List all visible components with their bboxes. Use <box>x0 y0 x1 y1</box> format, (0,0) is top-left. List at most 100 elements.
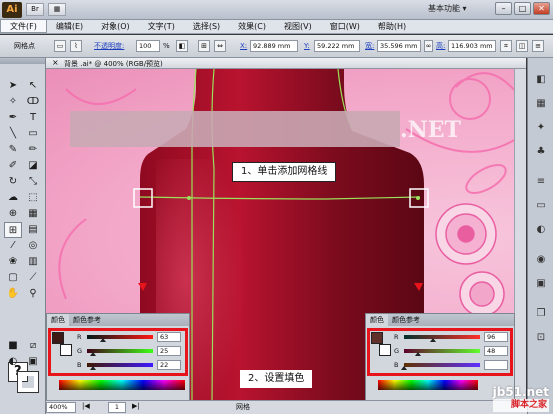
bridge-button[interactable]: Br <box>26 3 44 16</box>
color-panel-icon[interactable]: ◧ <box>532 72 550 88</box>
graph-tool-icon[interactable]: ▥ <box>24 254 42 270</box>
hand-tool-icon[interactable]: ✋ <box>4 286 22 302</box>
warp-tool-icon[interactable]: ☁ <box>4 190 22 206</box>
app-logo: Ai <box>2 2 22 18</box>
opacity-field[interactable]: 100 <box>136 40 160 52</box>
workspace-switcher[interactable]: 基本功能 ▾ <box>428 3 467 14</box>
align-icon[interactable]: ⇔ <box>214 40 226 52</box>
panel-menu-icon[interactable]: ≡ <box>532 40 544 52</box>
next-page-icon[interactable]: ▶| <box>132 402 140 410</box>
document-tab[interactable]: × 背景 .ai* @ 400% (RGB/预览) <box>46 58 526 69</box>
swatches-panel-icon[interactable]: ▦ <box>532 96 550 112</box>
symbols-panel-icon[interactable]: ♣ <box>532 144 550 160</box>
scale-tool-icon[interactable]: ⤡ <box>24 174 42 190</box>
symbol-sprayer-tool-icon[interactable]: ❀ <box>4 254 22 270</box>
lasso-tool-icon[interactable]: ↀ <box>24 94 42 110</box>
tab-color-guide[interactable]: 颜色参考 <box>69 314 105 326</box>
slice-tool-icon[interactable]: ⟋ <box>24 270 42 286</box>
selection-tool-icon[interactable]: ➤ <box>4 78 22 94</box>
menu-view[interactable]: 视图(V) <box>275 20 321 33</box>
style-swatch-icon[interactable]: ◧ <box>176 40 188 52</box>
tab-color-guide[interactable]: 颜色参考 <box>388 314 424 326</box>
gradient-panel-icon[interactable]: ▭ <box>532 198 550 214</box>
transform-icon[interactable]: ⌗ <box>500 40 512 52</box>
gradient-tool-icon[interactable]: ▤ <box>24 222 42 238</box>
menu-edit[interactable]: 编辑(E) <box>47 20 92 33</box>
eyedropper-tool-icon[interactable]: ⁄ <box>4 238 22 254</box>
artboard-tool-icon[interactable]: ▢ <box>4 270 22 286</box>
shape-builder-tool-icon[interactable]: ⊕ <box>4 206 22 222</box>
mesh-tool-icon[interactable]: ⊞ <box>4 222 22 238</box>
graphic-styles-panel-icon[interactable]: ▣ <box>532 276 550 292</box>
tab-color[interactable]: 颜色 <box>47 314 69 326</box>
reference-point-icon[interactable]: ⊞ <box>198 40 210 52</box>
draw-mode-icon[interactable]: ◐ <box>4 354 22 370</box>
rectangle-tool-icon[interactable]: ▭ <box>24 126 42 142</box>
type-tool-icon[interactable]: T <box>24 110 42 126</box>
menu-effect[interactable]: 效果(C) <box>229 20 275 33</box>
link-proportions-icon[interactable]: ∞ <box>424 40 433 52</box>
pen-tool-icon[interactable]: ✒ <box>4 110 22 126</box>
paintbrush-tool-icon[interactable]: ✎ <box>4 142 22 158</box>
color-spectrum[interactable] <box>378 380 478 390</box>
status-mode: 网格 <box>236 403 250 411</box>
stroke-swatch[interactable] <box>17 371 39 393</box>
x-field[interactable]: 92.889 mm <box>250 40 298 52</box>
close-button[interactable]: ✕ <box>533 2 550 15</box>
menu-type[interactable]: 文字(T) <box>139 20 184 33</box>
page-field[interactable]: 1 <box>108 402 126 413</box>
watermark-name: 脚本之家 <box>492 399 549 412</box>
free-transform-tool-icon[interactable]: ⬚ <box>24 190 42 206</box>
line-tool-icon[interactable]: ╲ <box>4 126 22 142</box>
mode-label: 网格点 <box>14 42 35 50</box>
pencil-tool-icon[interactable]: ✏ <box>24 142 42 158</box>
height-field[interactable]: 116.903 mm <box>448 40 496 52</box>
perspective-grid-tool-icon[interactable]: ▦ <box>24 206 42 222</box>
width-field[interactable]: 35.596 mm <box>377 40 421 52</box>
width-label[interactable]: 宽: <box>365 40 374 52</box>
minimize-button[interactable]: – <box>495 2 512 15</box>
menu-file[interactable]: 文件(F) <box>0 20 47 33</box>
stroke-icon[interactable]: ▭ <box>54 40 66 52</box>
first-page-icon[interactable]: |◀ <box>82 402 90 410</box>
opacity-unit: % <box>163 42 170 50</box>
blob-brush-tool-icon[interactable]: ✐ <box>4 158 22 174</box>
x-label[interactable]: X: <box>240 40 247 52</box>
menu-window[interactable]: 窗口(W) <box>321 20 369 33</box>
y-field[interactable]: 59.222 mm <box>314 40 360 52</box>
highlight-box <box>367 328 513 376</box>
height-label[interactable]: 高: <box>436 40 445 52</box>
zoom-tool-icon[interactable]: ⚲ <box>24 286 42 302</box>
eraser-tool-icon[interactable]: ◪ <box>24 158 42 174</box>
tab-color[interactable]: 颜色 <box>366 314 388 326</box>
stroke-panel-icon[interactable]: ≡ <box>532 174 550 190</box>
screen-mode-icon[interactable]: ▣ <box>24 354 42 370</box>
color-mode-icon[interactable]: ■ <box>4 338 22 354</box>
brush-icon[interactable]: ⌇ <box>70 40 82 52</box>
layers-panel-icon[interactable]: ❐ <box>532 306 550 322</box>
vertical-scrollbar[interactable] <box>514 69 526 400</box>
direct-selection-tool-icon[interactable]: ↖ <box>24 78 42 94</box>
magic-wand-tool-icon[interactable]: ✧ <box>4 94 22 110</box>
menu-object[interactable]: 对象(O) <box>92 20 139 33</box>
appearance-panel-icon[interactable]: ◉ <box>532 252 550 268</box>
none-mode-icon[interactable]: ⧄ <box>24 338 42 354</box>
arrange-documents-button[interactable]: ▦ <box>48 3 66 16</box>
menu-help[interactable]: 帮助(H) <box>369 20 415 33</box>
transparency-panel-icon[interactable]: ◐ <box>532 222 550 238</box>
blend-tool-icon[interactable]: ◎ <box>24 238 42 254</box>
zoom-field[interactable]: 400% <box>46 402 76 413</box>
menu-select[interactable]: 选择(S) <box>184 20 229 33</box>
y-label[interactable]: Y: <box>304 40 310 52</box>
close-document-icon[interactable]: × <box>52 58 59 67</box>
overlay-net-text: .NET <box>400 117 461 143</box>
tools-panel-grip[interactable] <box>0 58 45 64</box>
artboards-panel-icon[interactable]: ⊡ <box>532 330 550 346</box>
color-spectrum[interactable] <box>59 380 185 390</box>
rotate-tool-icon[interactable]: ↻ <box>4 174 22 190</box>
opacity-link[interactable]: 不透明度: <box>94 40 124 52</box>
reflect-icon[interactable]: ◫ <box>516 40 528 52</box>
brushes-panel-icon[interactable]: ✦ <box>532 120 550 136</box>
obscured-banner <box>70 111 400 147</box>
maximize-button[interactable]: □ <box>514 2 531 15</box>
